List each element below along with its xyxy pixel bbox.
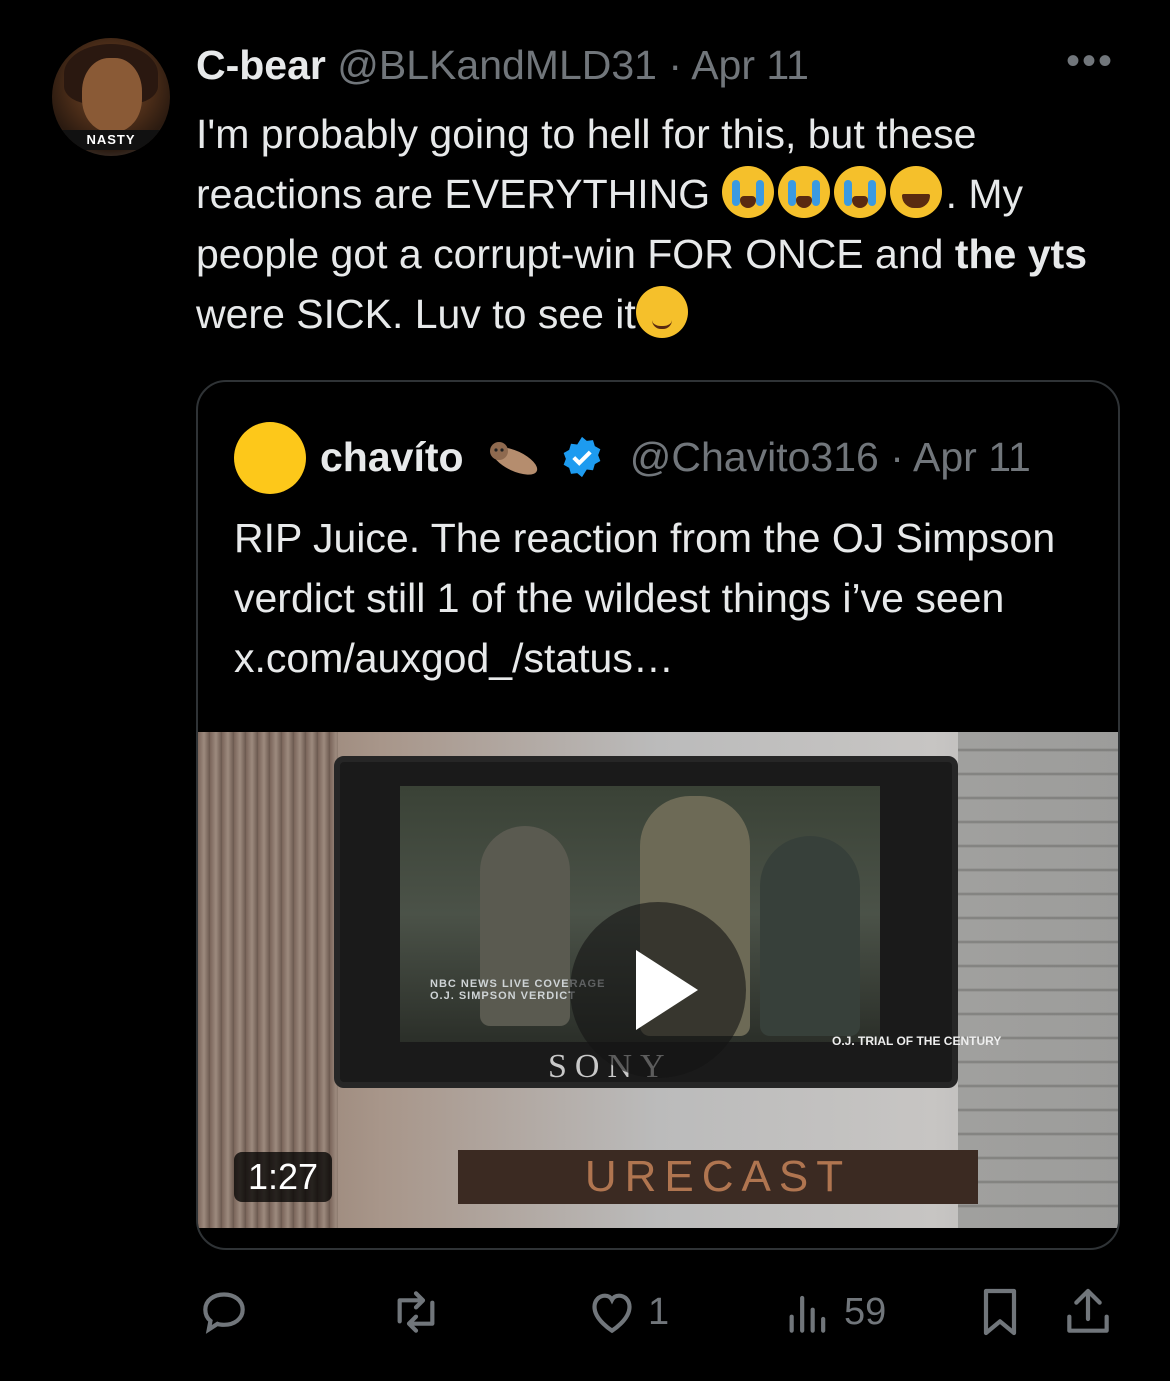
verified-badge-icon (564, 436, 601, 478)
tweet-text: I'm probably going to hell for this, but… (196, 104, 1136, 344)
video-duration: 1:27 (234, 1152, 333, 1202)
separator-dot: · (668, 42, 683, 88)
quoted-author-name[interactable]: chavíto (320, 434, 464, 480)
loudly-crying-emoji-icon (833, 166, 886, 218)
video-trial-text: O.J. TRIAL OF THE CENTURY (832, 1034, 1002, 1048)
tweet-text-part-3: were SICK. Luv to see it (196, 291, 636, 337)
share-button[interactable] (1060, 1284, 1116, 1340)
quoted-separator-dot: · (890, 434, 904, 480)
quoted-author-avatar[interactable] (234, 422, 306, 494)
like-button[interactable]: 1 (584, 1284, 669, 1340)
tweet-text-bold: the yts (954, 231, 1087, 277)
video-building (958, 732, 1118, 1228)
play-button-icon[interactable] (570, 902, 746, 1078)
author-name[interactable]: C-bear (196, 42, 326, 88)
author-avatar[interactable]: NASTY (52, 38, 170, 156)
views-button[interactable]: 59 (780, 1284, 886, 1340)
otter-emoji-icon (489, 442, 538, 475)
video-player[interactable]: NBC NEWS LIVE COVERAGE O.J. SIMPSON VERD… (198, 732, 1118, 1228)
reply-button[interactable] (196, 1284, 260, 1340)
tweet-actions: 1 59 (196, 1284, 1116, 1354)
views-count: 59 (844, 1290, 887, 1333)
retweet-button[interactable] (388, 1284, 452, 1340)
quoted-tweet-text: RIP Juice. The reaction from the OJ Simp… (234, 515, 1056, 681)
avatar-face (82, 58, 142, 132)
loudly-crying-emoji-icon (777, 166, 830, 218)
author-handle[interactable]: @BLKandMLD31 (337, 42, 657, 88)
bookmark-button[interactable] (972, 1284, 1028, 1340)
video-ticker: URECAST (458, 1150, 978, 1204)
quoted-tweet[interactable]: chavíto @Chavito316 · Apr 11 RIP Juice. … (196, 380, 1120, 1250)
tweet-date[interactable]: Apr 11 (691, 42, 809, 88)
avatar-banner: NASTY (52, 130, 170, 150)
more-options-icon[interactable]: ••• (1066, 41, 1114, 81)
tweet-header: C-bear @BLKandMLD31 · Apr 11 (196, 42, 809, 89)
heart-icon (592, 1293, 632, 1334)
quoted-tweet-date[interactable]: Apr 11 (913, 434, 1031, 480)
bookmark-icon (983, 1288, 1017, 1336)
quoted-tweet-header: chavíto @Chavito316 · Apr 11 (320, 434, 1031, 481)
grinning-squinting-emoji-icon (889, 166, 942, 218)
relieved-face-emoji-icon (635, 286, 688, 338)
quoted-author-handle[interactable]: @Chavito316 (630, 434, 879, 480)
like-count: 1 (648, 1290, 670, 1333)
views-icon (789, 1295, 826, 1333)
loudly-crying-emoji-icon (721, 166, 774, 218)
share-icon (1067, 1288, 1109, 1333)
reply-icon (203, 1292, 245, 1334)
retweet-icon (397, 1291, 435, 1333)
